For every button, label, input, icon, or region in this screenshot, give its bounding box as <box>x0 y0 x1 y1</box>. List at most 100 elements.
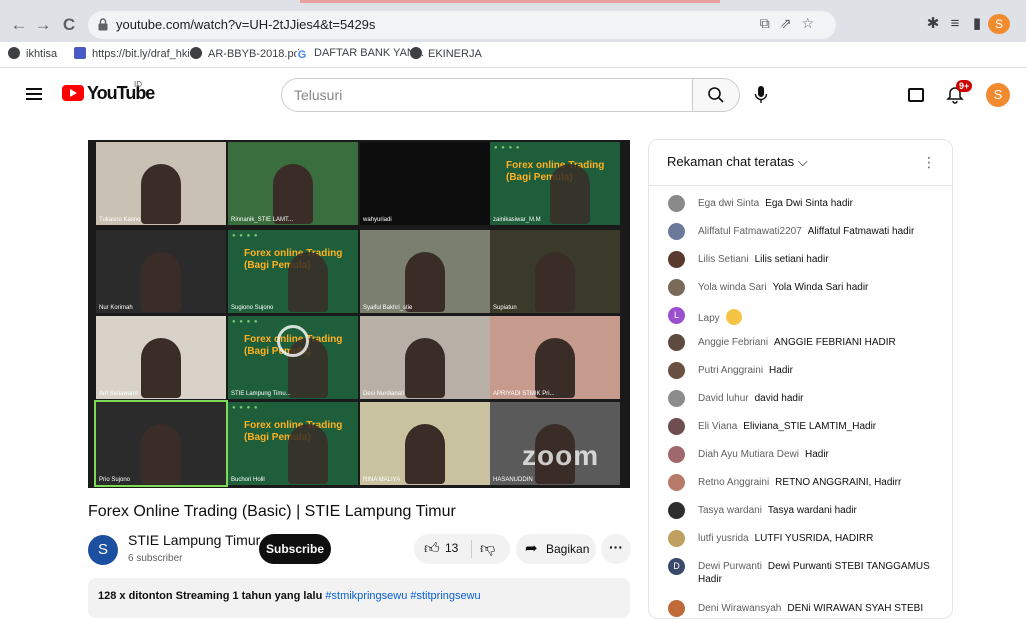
bookmark-ekinerja[interactable]: EKINERJA <box>410 47 482 60</box>
participant-video <box>288 252 328 312</box>
install-app-icon[interactable]: ⧉ <box>760 15 780 31</box>
chat-mode-dropdown[interactable]: Rekaman chat teratas ⌵ <box>667 154 808 170</box>
chat-author-name[interactable]: Anggie Febriani <box>698 337 768 348</box>
chat-message-text: Tasya wardani hadir <box>767 504 857 516</box>
chat-author-name[interactable]: Aliffatul Fatmawati2207 <box>698 226 802 237</box>
chat-author-name[interactable]: Putri Anggraini <box>698 365 763 376</box>
channel-avatar[interactable]: S <box>88 535 118 565</box>
chat-author-avatar[interactable] <box>668 250 685 268</box>
chat-message[interactable]: Tasya wardani Tasya wardani hadir <box>649 498 952 526</box>
youtube-logo-text[interactable]: YouTube <box>87 83 155 104</box>
chat-author-avatar[interactable]: D <box>668 557 685 575</box>
chat-author-name[interactable]: Deni Wirawansyah <box>698 603 781 614</box>
chat-message[interactable]: Retno Anggraini RETNO ANGGRAINI, Hadirr <box>649 470 952 498</box>
share-button[interactable]: ➦ Bagikan <box>516 534 596 564</box>
share-label: Bagikan <box>546 542 590 556</box>
chat-author-avatar[interactable] <box>668 529 685 547</box>
dislike-thumb-icon[interactable]: 👎︎ <box>480 540 495 558</box>
chat-message-text: Yola Winda Sari hadir <box>772 281 869 293</box>
microphone-icon[interactable] <box>754 86 768 104</box>
chat-author-name[interactable]: Lilis Setiani <box>698 254 749 265</box>
bookmark-draf-hki[interactable]: https://bit.ly/draf_hki <box>74 47 190 60</box>
chat-message[interactable]: Lilis Setiani Lilis setiani hadir <box>649 247 952 275</box>
side-panel-icon[interactable]: ▮ <box>966 14 988 32</box>
back-arrow-icon[interactable]: ← <box>8 14 30 36</box>
chat-author-name[interactable]: Lapy <box>698 313 720 324</box>
description-box[interactable]: 128 x ditonton Streaming 1 tahun yang la… <box>88 578 630 618</box>
chat-author-avatar[interactable] <box>668 390 685 408</box>
chat-author-name[interactable]: Tasya wardani <box>698 505 762 516</box>
search-input[interactable]: Telusuri <box>281 78 693 112</box>
chat-author-avatar[interactable] <box>668 473 685 491</box>
chat-author-name[interactable]: Retno Anggraini <box>698 477 769 488</box>
more-actions-button[interactable]: ··· <box>601 534 631 564</box>
chat-author-name[interactable]: Dewi Purwanti <box>698 561 762 572</box>
chat-message[interactable]: Putri Anggraini Hadir <box>649 358 952 386</box>
chat-author-avatar[interactable] <box>668 278 685 296</box>
profile-avatar[interactable]: S <box>988 14 1010 34</box>
search-button[interactable] <box>692 78 740 112</box>
reload-icon[interactable]: C <box>58 14 80 36</box>
hashtags[interactable]: #stmikpringsewu #stitpringsewu <box>325 590 480 602</box>
chat-message[interactable]: Anggie Febriani ANGGIE FEBRIANI HADIR <box>649 330 952 358</box>
chat-message[interactable]: Eli Viana Eliviana_STIE LAMTIM_Hadir <box>649 414 952 442</box>
globe-icon <box>8 47 20 59</box>
chat-author-avatar[interactable] <box>668 501 685 519</box>
chat-more-icon[interactable]: ⋮ <box>922 154 936 171</box>
participant-tile: APRIYADI STMIK Pri... <box>490 316 620 399</box>
chat-author-name[interactable]: Eli Viana <box>698 421 737 432</box>
like-count[interactable]: 13 <box>445 541 458 555</box>
video-player[interactable]: Tukasno Kasno Rinnanik_STIE LAMT... wahyur… <box>88 140 630 488</box>
subscribe-button[interactable]: Subscribe <box>259 534 331 564</box>
chat-author-avatar[interactable] <box>668 599 685 617</box>
participant-tile: Prio Sujono <box>94 400 228 487</box>
chat-author-name[interactable]: Ega dwi Sinta <box>698 198 759 209</box>
youtube-header: YouTube ID Telusuri 9+ S <box>0 68 1026 124</box>
participant-tile: Syaiful Bakhri_stie <box>360 230 490 313</box>
chat-author-avatar[interactable] <box>668 446 685 464</box>
account-avatar[interactable]: S <box>986 83 1010 107</box>
create-video-icon[interactable] <box>908 88 924 102</box>
chat-author-avatar[interactable] <box>668 418 685 436</box>
participant-name: Syaiful Bakhri_stie <box>363 305 413 311</box>
slide-logos: ● ● ● ● <box>232 319 259 325</box>
chat-message[interactable]: L Lapy <box>649 303 952 331</box>
chat-author-name[interactable]: David luhur <box>698 393 749 404</box>
bookmark-ar-bbyb[interactable]: AR-BBYB-2018.pdf <box>190 47 303 60</box>
channel-name[interactable]: STIE Lampung Timur <box>128 532 260 548</box>
chat-author-avatar[interactable]: L <box>668 306 685 324</box>
participant-name: Sugiono Sujono <box>231 305 274 311</box>
forward-arrow-icon[interactable]: → <box>32 14 54 36</box>
bookmark-daftar-bank[interactable]: G DAFTAR BANK YAN... <box>296 47 424 61</box>
chat-author-name[interactable]: Diah Ayu Mutiara Dewi <box>698 449 799 460</box>
chat-author-avatar[interactable] <box>668 222 685 240</box>
chat-author-avatar[interactable] <box>668 195 685 212</box>
chat-message[interactable]: Yola winda Sari Yola Winda Sari hadir <box>649 275 952 303</box>
extensions-puzzle-icon[interactable]: ✱ <box>922 14 944 32</box>
address-bar[interactable]: youtube.com/watch?v=UH-2tJJies4&t=5429s … <box>88 11 836 39</box>
chat-message[interactable]: Deni Wirawansyah DENi WIRAWAN SYAH STEBI <box>649 596 952 618</box>
bookmark-star-icon[interactable]: ☆ <box>801 15 824 31</box>
chat-message[interactable]: lutfi yusrida LUTFI YUSRIDA, HADIRR <box>649 526 952 554</box>
chat-author-name[interactable]: lutfi yusrida <box>698 533 749 544</box>
chat-message[interactable]: D Dewi Purwanti Dewi Purwanti STEBI TANGGA… <box>649 554 952 596</box>
chat-author-name[interactable]: Yola winda Sari <box>698 282 767 293</box>
participant-name: RINA MALIYA <box>363 477 401 483</box>
view-count: 128 x ditonton <box>98 590 173 602</box>
chat-author-avatar[interactable] <box>668 362 685 380</box>
share-page-icon[interactable]: ⇗ <box>780 15 802 31</box>
youtube-logo-icon[interactable] <box>62 85 84 101</box>
chat-message-body: Putri Anggraini Hadir <box>698 364 938 377</box>
notification-count-badge: 9+ <box>956 80 973 92</box>
participant-name: HASANUDDIN <box>493 477 533 483</box>
bookmark-ikhtisa[interactable]: ikhtisa <box>8 47 57 60</box>
reading-list-icon[interactable]: ≡ <box>944 15 966 32</box>
menu-icon[interactable] <box>26 88 42 100</box>
chat-message[interactable]: Aliffatul Fatmawati2207 Aliffatul Fatmawa… <box>649 219 952 247</box>
chat-author-avatar[interactable] <box>668 334 685 352</box>
like-thumb-icon[interactable]: 👍︎ <box>424 540 440 558</box>
chat-message-text: david hadir <box>754 393 804 405</box>
chat-message[interactable]: Ega dwi Sinta Ega Dwi Sinta hadir <box>649 191 952 219</box>
chat-message[interactable]: Diah Ayu Mutiara Dewi Hadir <box>649 442 952 470</box>
chat-message[interactable]: David luhur david hadir <box>649 386 952 414</box>
